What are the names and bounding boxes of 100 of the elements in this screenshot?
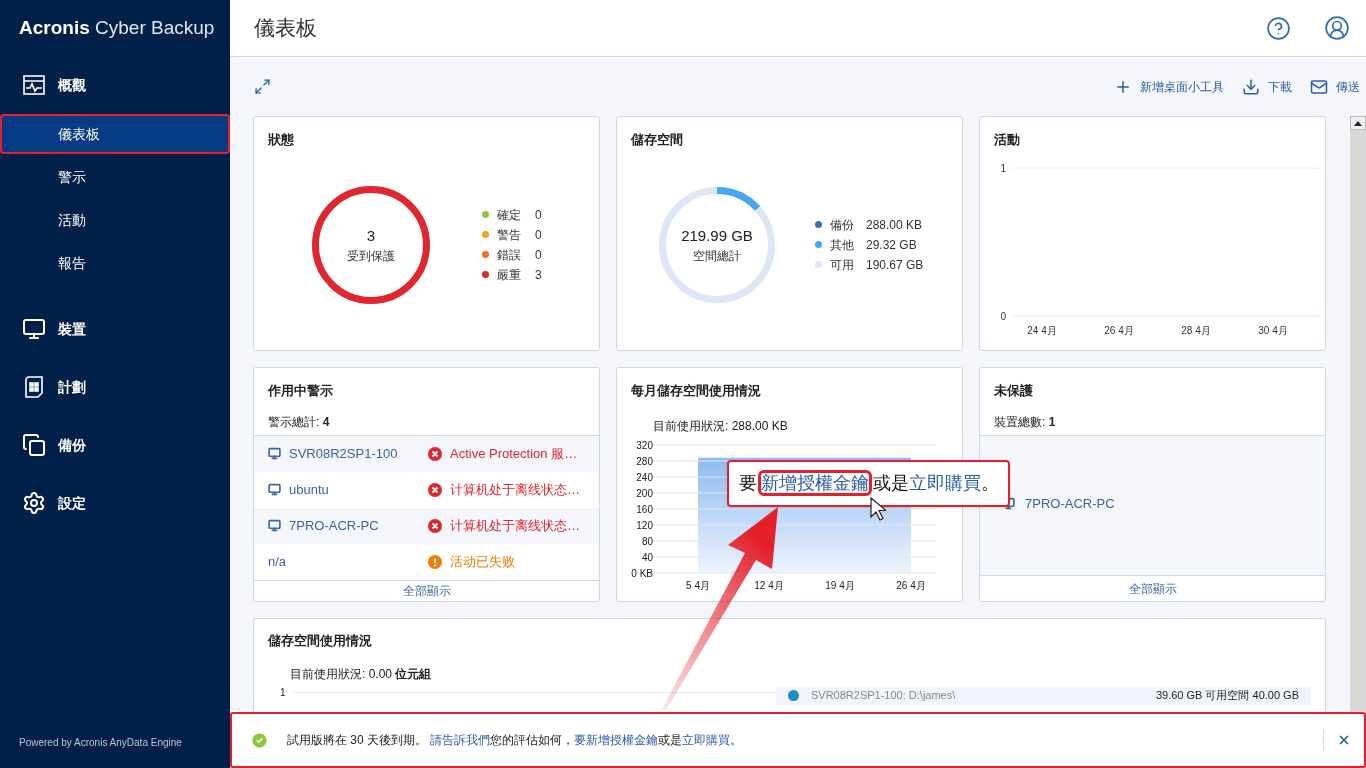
user-icon[interactable] xyxy=(1324,15,1350,41)
axis-label: 1 xyxy=(280,685,286,700)
widget-title: 狀態 xyxy=(267,131,295,149)
current-usage: 目前使用狀況: 0.00 位元組 xyxy=(290,666,432,681)
protected-label: 受到保護 xyxy=(347,248,395,265)
axis-label: 26 4月 xyxy=(1104,324,1134,336)
show-all-link[interactable]: 全部顯示 xyxy=(1128,579,1177,598)
axis-label: 0 KB xyxy=(631,567,653,579)
axis-label: 120 xyxy=(636,519,653,531)
plan-icon xyxy=(22,375,46,399)
axis-label: 1 xyxy=(1000,162,1006,174)
trial-notice-text: 試用版將在 30 天後到期。 請告訴我們您的評估如何，要新增授權金鑰或是立即購買。 xyxy=(287,732,743,749)
legend-label: 其他 xyxy=(830,236,855,254)
storage-total-label: 空間總計 xyxy=(693,248,741,265)
legend-value: 29.32 GB xyxy=(866,236,917,254)
widget-title: 儲存空間 xyxy=(629,131,684,149)
mail-icon xyxy=(1310,77,1328,96)
location-size: 39.60 GB 可用空間 40.00 GB xyxy=(1155,688,1299,704)
widget-title: 未保護 xyxy=(993,382,1034,400)
monitor-icon xyxy=(268,483,281,496)
overview-icon xyxy=(22,73,46,97)
axis-label: 160 xyxy=(636,503,653,515)
axis-label: 80 xyxy=(641,535,653,547)
expand-icon[interactable] xyxy=(254,78,271,95)
alert-message: 活动已失败 xyxy=(450,552,515,571)
location-name: SVR08R2SP1-100: D:\james\ xyxy=(811,688,956,704)
legend-count: 0 xyxy=(535,206,542,224)
powered-by-text: Powered by Acronis AnyData Engine xyxy=(18,736,183,750)
error-icon xyxy=(428,482,442,497)
link[interactable]: 新增授權金鑰 xyxy=(760,473,869,493)
show-all-link[interactable]: 全部顯示 xyxy=(402,581,451,600)
axis-label: 19 4月 xyxy=(825,579,855,591)
alert-total: 警示總計: 4 xyxy=(268,414,330,429)
current-usage: 目前使用狀況: 288.00 KB xyxy=(653,418,788,433)
link[interactable]: 請告訴我們 xyxy=(430,733,491,747)
nav-group[interactable]: 備份 xyxy=(0,416,230,474)
legend-label: 嚴重 xyxy=(497,266,522,284)
axis-label: 280 xyxy=(636,455,653,467)
axis-label: 5 4月 xyxy=(686,579,710,591)
settings-icon xyxy=(22,491,46,515)
close-icon xyxy=(1337,733,1351,747)
alert-message: Active Protection 服… xyxy=(450,444,578,463)
legend-value: 190.67 GB xyxy=(866,256,924,274)
download-icon xyxy=(1242,77,1260,96)
error-icon xyxy=(428,518,442,533)
toolbar-button[interactable]: 傳送 xyxy=(1310,77,1360,96)
toolbar-button[interactable]: 下載 xyxy=(1242,77,1292,96)
nav-item[interactable]: 警示 xyxy=(0,157,230,197)
alert-message: 计算机处于离线状态… xyxy=(450,480,580,499)
device-name: n/a xyxy=(268,552,287,571)
legend-label: 警告 xyxy=(497,226,522,244)
monitor-icon xyxy=(268,447,281,460)
widget-title: 儲存空間使用情況 xyxy=(266,632,373,650)
device-total: 裝置總數: 1 xyxy=(994,414,1056,429)
device-name: ubuntu xyxy=(289,480,329,499)
device-name[interactable]: 7PRO-ACR-PC xyxy=(1025,493,1115,513)
legend-label: 備份 xyxy=(830,216,855,234)
alert-row[interactable]: 7PRO-ACR-PC 计算机处于离线状态… xyxy=(254,507,599,544)
axis-label: 320 xyxy=(636,439,653,451)
nav-group[interactable]: 裝置 xyxy=(0,300,230,358)
callout-text: 要 新增授權金鑰 或是立即購買。 xyxy=(738,470,999,497)
link[interactable]: 立即購買 xyxy=(908,473,981,493)
app-logo: Acronis Cyber Backup xyxy=(18,15,216,40)
toolbar-button[interactable]: 新增桌面小工具 xyxy=(1114,77,1224,96)
nav-group[interactable]: 設定 xyxy=(0,474,230,532)
warning-icon xyxy=(428,554,442,569)
legend-label: 確定 xyxy=(497,206,522,224)
axis-label: 200 xyxy=(636,487,653,499)
widget-title: 作用中警示 xyxy=(266,382,334,400)
nav-group[interactable]: 計劃 xyxy=(0,358,230,416)
device-name: SVR08R2SP1-100 xyxy=(289,444,398,463)
legend-label: 錯誤 xyxy=(497,246,522,264)
legend-label: 可用 xyxy=(830,256,855,274)
legend-count: 3 xyxy=(535,266,542,284)
legend-count: 0 xyxy=(535,226,542,244)
device-name: 7PRO-ACR-PC xyxy=(289,516,379,535)
alert-message: 计算机处于离线状态… xyxy=(450,516,580,535)
axis-label: 24 4月 xyxy=(1027,324,1057,336)
axis-label: 0 xyxy=(1000,310,1006,322)
link[interactable]: 立即購買 xyxy=(682,733,731,747)
copy-icon xyxy=(22,433,46,457)
axis-label: 30 4月 xyxy=(1258,324,1288,336)
page-title: 儀表板 xyxy=(254,15,317,42)
scroll-up-icon xyxy=(1354,120,1362,126)
nav-item[interactable]: 報告 xyxy=(0,243,230,283)
nav-group[interactable]: 概觀 xyxy=(0,56,230,114)
help-icon[interactable] xyxy=(1266,15,1291,41)
legend-count: 0 xyxy=(535,246,542,264)
axis-label: 28 4月 xyxy=(1181,324,1211,336)
nav-item[interactable]: 活動 xyxy=(0,200,230,240)
legend-value: 288.00 KB xyxy=(866,216,923,234)
scrollbar[interactable] xyxy=(1350,116,1366,712)
check-icon xyxy=(250,730,269,750)
widget-title: 每月儲存空間使用情況 xyxy=(630,382,762,400)
link[interactable]: 要新增授權金鑰 xyxy=(574,733,659,747)
storage-total: 219.99 GB xyxy=(681,225,753,246)
nav-item[interactable]: 儀表板 xyxy=(0,114,230,154)
monitor-icon xyxy=(268,519,281,532)
protected-count: 3 xyxy=(366,225,376,246)
alert-row[interactable]: SVR08R2SP1-100 Active Protection 服… xyxy=(254,435,599,472)
